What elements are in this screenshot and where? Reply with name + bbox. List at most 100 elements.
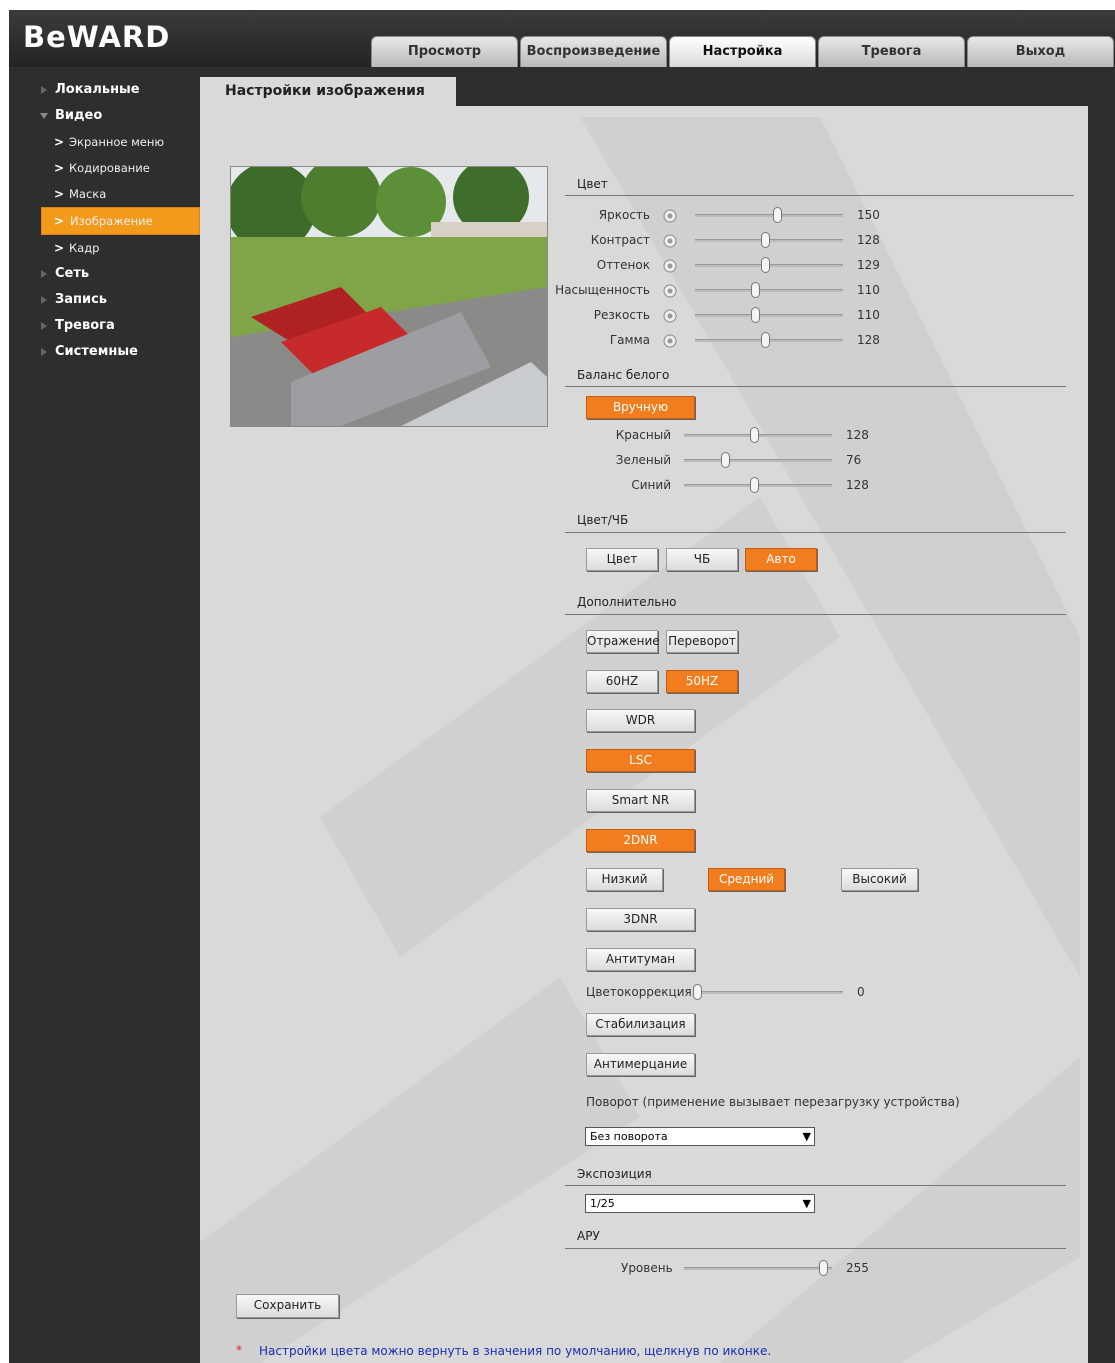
sidebar-item-network[interactable]: Сеть [9,261,200,287]
sidebar-subitem-frame[interactable]: > Кадр [9,235,200,261]
color-bw-section-title: Цвет/ЧБ [577,513,629,527]
sidebar-subitem-label: Изображение [70,214,153,228]
color-2-label: Оттенок [596,258,650,272]
sharpness-icon[interactable] [662,308,678,324]
sidebar: Локальные Видео > Экранное меню > Кодирова… [9,77,200,365]
color-0-label: Яркость [598,208,650,222]
tab-alarm[interactable]: Тревога [818,36,965,67]
tab-view[interactable]: Просмотр [371,36,518,67]
save-button[interactable]: Сохранить [236,1294,339,1318]
agc-level-slider-thumb[interactable] [819,1260,828,1276]
chevron-down-icon: ▼ [802,1197,811,1210]
sidebar-item-alarm[interactable]: Тревога [9,313,200,339]
color-3-slider-track[interactable] [695,289,843,292]
auto-mode-button[interactable]: Авто [745,548,817,571]
smart-nr-button[interactable]: Smart NR [586,789,695,812]
expanded-arrow-icon [40,113,48,119]
sidebar-subitem-osd[interactable]: > Экранное меню [9,129,200,155]
color-5-slider-thumb[interactable] [760,332,770,348]
flip-button[interactable]: Переворот [666,630,738,653]
reset-note: Настройки цвета можно вернуть в значения… [259,1344,772,1358]
nr-high-button[interactable]: Высокий [841,868,918,891]
sun-icon[interactable] [662,208,678,224]
sidebar-item-label: Тревога [55,318,115,333]
color-1-value: 128 [857,233,880,247]
sidebar-item-label: Видео [55,108,103,123]
stabilization-button[interactable]: Стабилизация [586,1013,695,1036]
wdr-button[interactable]: WDR [586,709,695,732]
wb-0-label: Красный [615,428,671,442]
sidebar-item-label: Локальные [55,82,140,97]
content-panel: Настройки изображения Цвет Баланс белого… [200,77,1088,1363]
wb-1-slider-thumb[interactable] [721,452,731,468]
3dnr-button[interactable]: 3DNR [586,908,695,931]
sidebar-subitem-image[interactable]: > Изображение [41,207,200,235]
color-5-value: 128 [857,333,880,347]
2dnr-button[interactable]: 2DNR [586,829,695,852]
antiflicker-button[interactable]: Антимерцание [586,1053,695,1076]
sidebar-subitem-label: Маска [69,187,107,201]
color-correction-slider-thumb[interactable] [693,984,702,1000]
collapsed-arrow-icon [41,86,47,94]
divider [565,1185,1066,1186]
palette-icon[interactable] [662,258,678,274]
50hz-button[interactable]: 50HZ [666,670,738,693]
rotate-select[interactable]: Без поворота ▼ [585,1127,815,1146]
divider [565,386,1066,387]
color-0-slider-thumb[interactable] [772,207,782,223]
gamma-icon[interactable] [662,333,678,349]
contrast-icon[interactable] [662,233,678,249]
color-1-slider-thumb[interactable] [760,232,770,248]
saturation-icon[interactable] [662,283,678,299]
color-5-label: Гамма [609,333,650,347]
color-mode-button[interactable]: Цвет [586,548,658,571]
note-asterisk: * [236,1343,242,1357]
sidebar-item-label: Системные [55,344,138,359]
nr-low-button[interactable]: Низкий [586,868,663,891]
sidebar-item-label: Сеть [55,266,90,281]
sidebar-item-local[interactable]: Локальные [9,77,200,103]
nr-mid-button[interactable]: Средний [708,868,785,891]
sidebar-item-record[interactable]: Запись [9,287,200,313]
sidebar-subitem-label: Кадр [69,241,100,255]
beward-logo: BeWARD [23,20,171,54]
wb-0-slider-thumb[interactable] [749,427,759,443]
wb-1-label: Зеленый [615,453,671,467]
chevron-right-icon: > [54,187,65,201]
defog-button[interactable]: Антитуман [586,948,695,971]
sidebar-subitem-label: Кодирование [69,161,150,175]
color-0-slider-track[interactable] [695,214,843,217]
color-4-slider-track[interactable] [695,314,843,317]
tab-settings[interactable]: Настройка [669,36,816,67]
wb-2-value: 128 [846,478,869,492]
60hz-button[interactable]: 60HZ [586,670,658,693]
lsc-button[interactable]: LSC [586,749,695,772]
color-4-slider-thumb[interactable] [750,307,760,323]
chevron-right-icon: > [54,135,65,149]
color-correction-value: 0 [857,985,865,999]
divider [565,614,1066,615]
exposure-select[interactable]: 1/25 ▼ [585,1194,815,1213]
collapsed-arrow-icon [41,270,47,278]
wb-1-slider-track[interactable] [684,459,832,462]
sidebar-subitem-encoding[interactable]: > Кодирование [9,155,200,181]
sidebar-item-system[interactable]: Системные [9,339,200,365]
color-2-slider-thumb[interactable] [761,257,771,273]
wb-manual-button[interactable]: Вручную [586,396,695,419]
app-frame: BeWARD Просмотр Воспроизведение Настройк… [9,10,1115,1363]
color-3-slider-thumb[interactable] [750,282,760,298]
color-correction-label: Цветокоррекция [586,985,692,999]
page-title: Настройки изображения [225,83,425,99]
tab-playback[interactable]: Воспроизведение [520,36,667,67]
divider [565,1248,1066,1249]
mirror-button[interactable]: Отражение [586,630,660,653]
color-correction-slider-track[interactable] [695,991,843,994]
wb-2-slider-thumb[interactable] [749,477,759,493]
rotate-label: Поворот (применение вызывает перезагрузк… [586,1095,960,1109]
agc-level-value: 255 [846,1261,869,1275]
tab-exit[interactable]: Выход [967,36,1114,67]
bw-mode-button[interactable]: ЧБ [666,548,738,571]
sidebar-item-video[interactable]: Видео [9,103,200,129]
agc-level-slider-track[interactable] [684,1267,832,1270]
sidebar-subitem-mask[interactable]: > Маска [9,181,200,207]
